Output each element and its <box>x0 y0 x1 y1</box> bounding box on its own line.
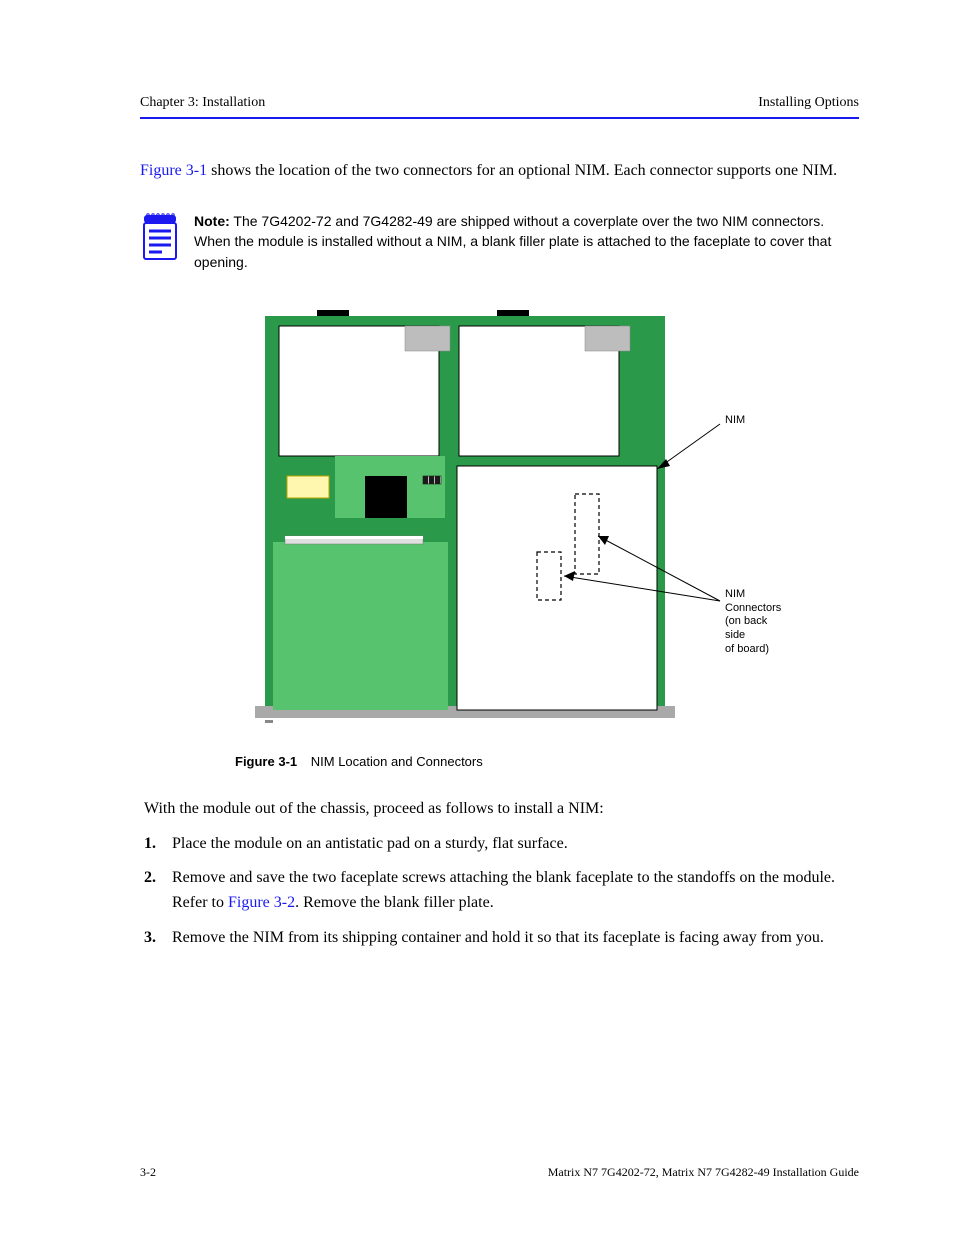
figure-caption: Figure 3-1 NIM Location and Connectors <box>235 754 859 769</box>
header-rule <box>140 117 859 119</box>
figure-number: Figure 3-1 <box>235 754 297 769</box>
callout-nim: NIM <box>725 414 745 428</box>
note-text: Note: The 7G4202-72 and 7G4282-49 are sh… <box>194 211 859 272</box>
steps-lead: With the module out of the chassis, proc… <box>144 797 859 822</box>
figure-caption-text: NIM Location and Connectors <box>311 754 483 769</box>
step-2: 2. Remove and save the two faceplate scr… <box>144 866 859 916</box>
step-3: 3. Remove the NIM from its shipping cont… <box>144 926 859 951</box>
intro-text: shows the location of the two connectors… <box>207 162 837 179</box>
page-header: Chapter 3: Installation Installing Optio… <box>140 95 859 111</box>
figure-diagram: NIM NIM Connectors (on back side of boar… <box>235 296 775 736</box>
chapter-label: Chapter 3: Installation <box>140 95 265 111</box>
note-block: Note: The 7G4202-72 and 7G4282-49 are sh… <box>140 211 859 272</box>
doc-title-footer: Matrix N7 7G4202-72, Matrix N7 7G4282-49… <box>548 1165 859 1180</box>
steps-block: With the module out of the chassis, proc… <box>144 797 859 951</box>
page-number: 3-2 <box>140 1165 156 1180</box>
page-footer: 3-2 Matrix N7 7G4202-72, Matrix N7 7G428… <box>140 1165 859 1180</box>
note-icon <box>140 211 180 261</box>
intro-paragraph: Figure 3-1 shows the location of the two… <box>140 159 859 183</box>
note-body: The 7G4202-72 and 7G4282-49 are shipped … <box>194 213 831 270</box>
note-label: Note: <box>194 213 230 229</box>
figure-ref-link[interactable]: Figure 3-1 <box>140 162 207 179</box>
step-1: 1. Place the module on an antistatic pad… <box>144 832 859 857</box>
section-label: Installing Options <box>758 95 859 111</box>
figure-ref-link-2[interactable]: Figure 3-2 <box>228 894 295 911</box>
callout-connectors: NIM Connectors (on back side of board) <box>725 588 785 657</box>
